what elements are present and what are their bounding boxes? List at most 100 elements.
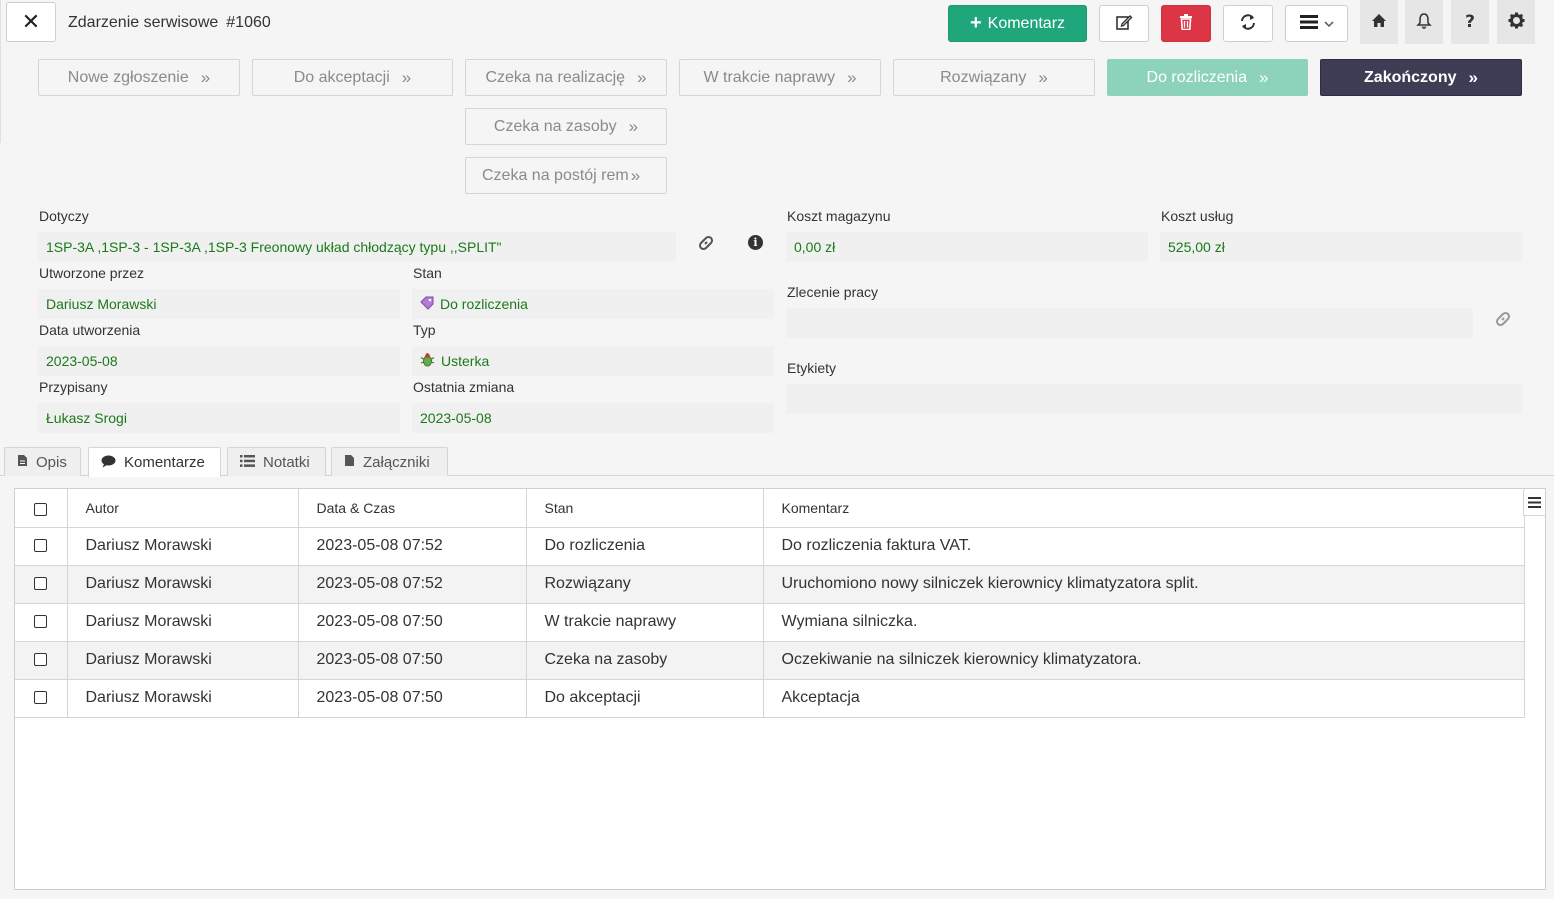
notifications-button[interactable] [1405,0,1443,44]
status-label: Czeka na realizację [485,68,626,86]
column-menu-icon [1528,493,1541,512]
cell-data: 2023-05-08 07:52 [298,527,527,566]
stan-value: Do rozliczenia [440,296,528,312]
koszt-magazynu-label: Koszt magazynu [787,208,891,224]
row-select-cell [15,603,68,642]
cell-autor: Dariusz Morawski [67,641,299,680]
przypisany-field[interactable]: Łukasz Srogi [38,403,400,433]
gear-icon [1508,12,1525,33]
status-button-do-akceptacji[interactable]: Do akceptacji » [252,59,453,96]
przypisany-label: Przypisany [39,379,108,395]
cell-komentarz: Wymiana silniczka. [763,603,1525,642]
status-label: W trakcie naprawy [703,68,836,86]
column-header-autor[interactable]: Autor [67,489,299,528]
delete-button[interactable] [1161,5,1211,42]
dotyczy-link-icon[interactable] [697,234,715,256]
typ-field[interactable]: Usterka [412,346,774,376]
add-comment-button[interactable]: + Komentarz [948,5,1087,42]
typ-value: Usterka [441,353,490,369]
status-button-rozwiazany[interactable]: Rozwiązany » [893,59,1095,96]
utworzone-przez-label: Utworzone przez [39,265,145,281]
row-checkbox[interactable] [34,653,48,667]
select-all-checkbox[interactable] [34,502,48,516]
trash-icon [1179,13,1193,34]
status-button-czeka-na-realizacje[interactable]: Czeka na realizację » [465,59,667,96]
table-row[interactable]: Dariusz Morawski 2023-05-08 07:50 W trak… [15,603,1525,642]
tab-opis[interactable]: Opis [4,447,81,476]
ostatnia-zmiana-label: Ostatnia zmiana [413,379,515,395]
menu-icon [1299,14,1318,33]
tab-label: Załączniki [363,453,430,471]
table-row[interactable]: Dariusz Morawski 2023-05-08 07:52 Rozwią… [15,565,1525,604]
tab-label: Komentarze [124,454,205,471]
koszt-magazynu-field[interactable]: 0,00 zł [786,232,1148,262]
help-button[interactable]: ? [1451,0,1489,44]
cell-autor: Dariusz Morawski [67,527,299,566]
record-number: #1060 [226,14,271,31]
settings-button[interactable] [1497,0,1535,44]
left-edge-line [0,0,1,143]
column-header-data[interactable]: Data & Czas [298,489,527,528]
actions-menu-button[interactable] [1285,5,1348,42]
cell-stan: Rozwiązany [526,565,764,604]
list-icon [240,454,255,470]
status-button-nowe-zgloszenie[interactable]: Nowe zgłoszenie » [38,59,240,96]
etykiety-field[interactable] [786,384,1522,414]
column-header-komentarz[interactable]: Komentarz [763,489,1525,528]
table-row[interactable]: Dariusz Morawski 2023-05-08 07:50 Do akc… [15,679,1525,718]
dotyczy-field[interactable]: 1SP-3A ,1SP-3 - 1SP-3A ,1SP-3 Freonowy u… [38,232,676,262]
status-button-czeka-na-zasoby[interactable]: Czeka na zasoby » [465,108,667,145]
comments-table: Autor Data & Czas Stan Komentarz Dariusz… [15,489,1525,718]
cell-autor: Dariusz Morawski [67,679,299,718]
cell-komentarz: Do rozliczenia faktura VAT. [763,527,1525,566]
help-icon: ? [1465,12,1475,32]
status-button-do-rozliczenia[interactable]: Do rozliczenia » [1107,59,1308,96]
status-label: Do akceptacji [293,68,390,86]
row-checkbox[interactable] [34,615,48,629]
home-button[interactable] [1360,0,1398,44]
data-utworzenia-label: Data utworzenia [39,322,141,338]
row-checkbox[interactable] [34,577,48,591]
zlecenie-pracy-field[interactable] [786,308,1473,338]
tab-label: Opis [36,453,67,471]
status-label: Czeka na postój rem [482,166,629,184]
select-all-cell [15,489,68,528]
column-menu-button[interactable] [1523,490,1545,516]
chevron-right-icon: » [1259,67,1269,87]
cell-komentarz: Oczekiwanie na silniczek kierownicy klim… [763,641,1525,680]
tab-notatki[interactable]: Notatki [227,447,326,476]
row-select-cell [15,565,68,604]
refresh-button[interactable] [1223,5,1273,42]
column-header-stan[interactable]: Stan [526,489,764,528]
bug-icon [420,352,435,370]
cell-stan: W trakcie naprawy [526,603,764,642]
edit-button[interactable] [1099,5,1149,42]
koszt-uslug-field[interactable]: 525,00 zł [1160,232,1522,262]
table-row[interactable]: Dariusz Morawski 2023-05-08 07:50 Czeka … [15,641,1525,680]
tab-zalaczniki[interactable]: Załączniki [331,447,448,476]
zlecenie-link-icon[interactable] [1494,310,1512,332]
row-checkbox[interactable] [34,539,48,553]
status-label: Rozwiązany [940,68,1027,86]
ostatnia-zmiana-field[interactable]: 2023-05-08 [412,403,774,433]
stan-field[interactable]: Do rozliczenia [412,289,774,319]
bell-icon [1416,12,1432,33]
cell-autor: Dariusz Morawski [67,565,299,604]
close-button[interactable]: ✕ [6,2,56,42]
row-select-cell [15,527,68,566]
page-title: Zdarzenie serwisowe #1060 [68,14,271,32]
row-checkbox[interactable] [34,691,48,705]
file-icon [17,454,28,470]
add-comment-label: Komentarz [987,14,1066,32]
status-button-w-trakcie-naprawy[interactable]: W trakcie naprawy » [679,59,881,96]
status-button-zakonczony[interactable]: Zakończony » [1320,59,1522,96]
status-button-czeka-na-postoj[interactable]: Czeka na postój rem» [465,157,667,194]
data-utworzenia-field[interactable]: 2023-05-08 [38,346,400,376]
tab-komentarze[interactable]: Komentarze [88,447,221,477]
chevron-down-icon [1323,16,1334,32]
table-header-row: Autor Data & Czas Stan Komentarz [15,489,1525,528]
status-label: Zakończony [1364,68,1457,86]
table-row[interactable]: Dariusz Morawski 2023-05-08 07:52 Do roz… [15,527,1525,566]
info-icon[interactable]: i [748,235,763,250]
utworzone-przez-field[interactable]: Dariusz Morawski [38,289,400,319]
